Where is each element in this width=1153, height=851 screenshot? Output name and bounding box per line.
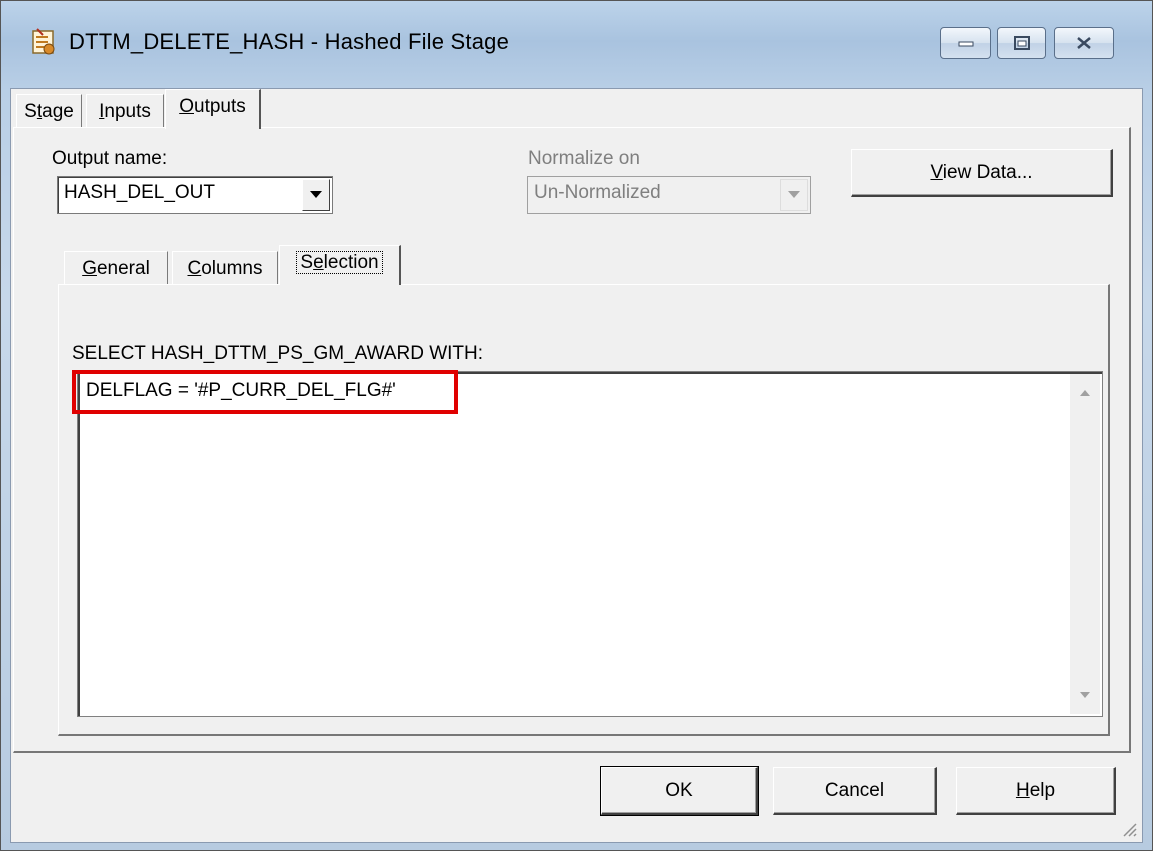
output-name-dropdown[interactable]: HASH_DEL_OUT bbox=[57, 176, 333, 214]
outputs-panel: Output name: HASH_DEL_OUT Normalize on U… bbox=[13, 127, 1131, 753]
help-label: Help bbox=[1015, 779, 1056, 801]
maximize-button[interactable] bbox=[997, 27, 1046, 59]
tab-columns[interactable]: Columns bbox=[172, 251, 278, 285]
tab-outputs-label: Outputs bbox=[179, 96, 246, 117]
tab-general-label: General bbox=[82, 258, 150, 279]
view-data-button[interactable]: View Data... bbox=[851, 149, 1113, 197]
selection-heading: SELECT HASH_DTTM_PS_GM_AWARD WITH: bbox=[72, 343, 484, 364]
chevron-down-icon bbox=[780, 179, 808, 211]
maximize-icon bbox=[1013, 36, 1030, 50]
tab-inputs-label: Inputs bbox=[99, 101, 151, 122]
tab-stage-label: Stage bbox=[24, 101, 74, 122]
minimize-button[interactable] bbox=[940, 27, 991, 59]
view-data-label: View Data... bbox=[930, 161, 1033, 183]
help-button[interactable]: Help bbox=[956, 767, 1116, 815]
normalize-on-value: Un-Normalized bbox=[534, 182, 661, 203]
resize-grip-icon[interactable] bbox=[1118, 818, 1138, 838]
close-icon bbox=[1077, 37, 1091, 49]
cancel-button[interactable]: Cancel bbox=[773, 767, 937, 815]
scroll-down-icon[interactable] bbox=[1070, 680, 1100, 710]
dialog-client-area: Stage Inputs Outputs Output name: HASH_D… bbox=[10, 88, 1143, 843]
ok-label: OK bbox=[665, 779, 693, 801]
selection-expression-editor[interactable]: DELFLAG = '#P_CURR_DEL_FLG#' bbox=[72, 370, 1103, 717]
tab-selection-label: Selection bbox=[296, 251, 383, 274]
normalize-on-label: Normalize on bbox=[528, 148, 640, 169]
chevron-down-icon[interactable] bbox=[302, 179, 330, 211]
tab-selection[interactable]: Selection bbox=[279, 245, 401, 285]
normalize-on-dropdown: Un-Normalized bbox=[527, 176, 811, 214]
vertical-scrollbar[interactable] bbox=[1070, 374, 1100, 714]
output-name-label: Output name: bbox=[52, 148, 168, 169]
output-name-value: HASH_DEL_OUT bbox=[64, 182, 215, 203]
tab-general[interactable]: General bbox=[64, 251, 168, 285]
tab-outputs[interactable]: Outputs bbox=[165, 89, 261, 129]
close-button[interactable] bbox=[1054, 27, 1114, 59]
title-bar[interactable]: DTTM_DELETE_HASH - Hashed File Stage bbox=[1, 1, 1152, 89]
ok-button[interactable]: OK bbox=[600, 766, 759, 816]
tab-columns-label: Columns bbox=[187, 258, 263, 279]
window-title: DTTM_DELETE_HASH - Hashed File Stage bbox=[69, 29, 510, 54]
scroll-up-icon[interactable] bbox=[1070, 378, 1100, 408]
stage-icon bbox=[32, 28, 55, 55]
tab-inputs[interactable]: Inputs bbox=[86, 94, 164, 128]
expression-highlight-box bbox=[72, 370, 458, 414]
selection-panel: SELECT HASH_DTTM_PS_GM_AWARD WITH: DELFL… bbox=[58, 284, 1110, 736]
cancel-label: Cancel bbox=[824, 779, 885, 801]
minimize-icon bbox=[958, 41, 973, 47]
tab-stage[interactable]: Stage bbox=[16, 94, 82, 128]
